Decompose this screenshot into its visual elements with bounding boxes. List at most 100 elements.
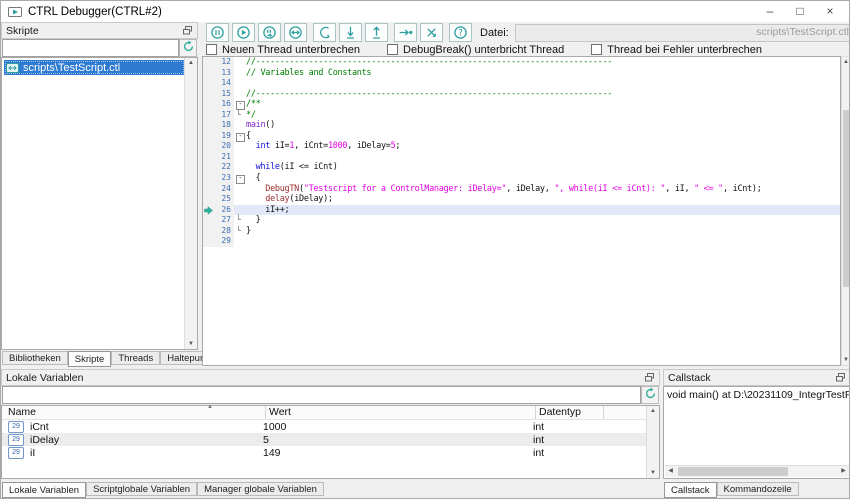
- callstack-panel-title: Callstack: [668, 372, 711, 384]
- tab-bibliotheken[interactable]: Bibliotheken: [2, 351, 68, 365]
- callstack-entry[interactable]: void main() at D:\20231109_IntegrTestPro…: [664, 387, 850, 401]
- locals-filter-input[interactable]: [2, 386, 641, 404]
- checkbox-debugbreak-unterbricht-thread[interactable]: DebugBreak() unterbricht Thread: [387, 44, 564, 56]
- tab-skripte[interactable]: Skripte: [68, 351, 112, 367]
- breakpoint-margin[interactable]: [203, 236, 214, 247]
- float-panel-icon[interactable]: [836, 373, 847, 384]
- locals-scrollbar[interactable]: ▲ ▼: [646, 406, 659, 478]
- breakpoint-margin[interactable]: [203, 226, 214, 237]
- breakpoint-margin[interactable]: [203, 215, 214, 226]
- float-panel-icon[interactable]: [183, 26, 194, 37]
- step-into-button[interactable]: [313, 23, 336, 42]
- code-line-15[interactable]: 15//------------------------------------…: [203, 89, 840, 100]
- checkbox-icon[interactable]: [591, 44, 602, 55]
- scroll-right-arrow[interactable]: ▶: [838, 466, 849, 477]
- close-button[interactable]: ×: [815, 1, 845, 22]
- breakpoint-margin[interactable]: [203, 131, 214, 142]
- code-line-27[interactable]: 27└ }: [203, 215, 840, 226]
- run-to-cursor-button[interactable]: [394, 23, 417, 42]
- breakpoint-margin[interactable]: [203, 194, 214, 205]
- scroll-down-arrow[interactable]: ▼: [842, 355, 850, 365]
- code-line-18[interactable]: 18main(): [203, 120, 840, 131]
- refresh-locals-button[interactable]: [641, 386, 659, 404]
- code-line-29[interactable]: 29: [203, 236, 840, 247]
- code-line-16[interactable]: 16-/**: [203, 99, 840, 110]
- breakpoint-margin[interactable]: [203, 173, 214, 184]
- callstack-hscrollbar[interactable]: ◀ ▶: [665, 465, 849, 477]
- step-out-button[interactable]: [365, 23, 388, 42]
- help-button[interactable]: ?: [449, 23, 472, 42]
- tab-kommandozeile[interactable]: Kommandozeile: [717, 482, 799, 496]
- scroll-up-arrow[interactable]: ▲: [647, 406, 659, 416]
- minimize-button[interactable]: –: [755, 1, 785, 22]
- breakpoint-margin[interactable]: [203, 205, 214, 216]
- code-line-21[interactable]: 21: [203, 152, 840, 163]
- scrollbar-thumb[interactable]: [843, 110, 849, 287]
- variable-name: iCnt: [30, 421, 49, 433]
- checkbox-icon[interactable]: [206, 44, 217, 55]
- code-line-26[interactable]: 26 iI++;: [203, 205, 840, 216]
- column-header-datentyp[interactable]: Datentyp: [539, 406, 581, 418]
- editor-scrollbar[interactable]: ▲ ▼: [841, 56, 850, 366]
- tree-scrollbar[interactable]: ▲ ▼: [184, 58, 197, 349]
- code-line-20[interactable]: 20 int iI=1, iCnt=1000, iDelay=5;: [203, 141, 840, 152]
- step-over-button[interactable]: [339, 23, 362, 42]
- breakpoint-margin[interactable]: [203, 78, 214, 89]
- code-line-24[interactable]: 24 DebugTN("Testscript for a ControlMana…: [203, 184, 840, 195]
- tab-threads[interactable]: Threads: [111, 351, 160, 365]
- checkbox-icon[interactable]: [387, 44, 398, 55]
- scripts-filter-input[interactable]: [2, 39, 179, 57]
- maximize-button[interactable]: □: [785, 1, 815, 22]
- scroll-down-arrow[interactable]: ▼: [647, 468, 659, 478]
- breakpoint-margin[interactable]: [203, 110, 214, 121]
- code-line-23[interactable]: 23- {: [203, 173, 840, 184]
- column-header-name[interactable]: Name: [8, 406, 36, 418]
- detach-continue-button[interactable]: [284, 23, 307, 42]
- fold-marker-icon[interactable]: -: [234, 173, 246, 184]
- code-line-22[interactable]: 22 while(iI <= iCnt): [203, 162, 840, 173]
- code-line-25[interactable]: 25 delay(iDelay);: [203, 194, 840, 205]
- fold-marker-icon[interactable]: -: [234, 131, 246, 142]
- scroll-up-arrow[interactable]: ▲: [185, 58, 197, 68]
- breakpoint-margin[interactable]: [203, 162, 214, 173]
- breakpoint-margin[interactable]: [203, 68, 214, 79]
- code-line-14[interactable]: 14: [203, 78, 840, 89]
- code-line-19[interactable]: 19-{: [203, 131, 840, 142]
- scrollbar-thumb[interactable]: [678, 467, 788, 476]
- breakpoint-margin[interactable]: [203, 120, 214, 131]
- code-line-17[interactable]: 17└*/: [203, 110, 840, 121]
- variable-row-ii[interactable]: 29iI149int: [2, 446, 659, 459]
- tab-manager-globale-variablen[interactable]: Manager globale Variablen: [197, 482, 324, 496]
- tree-item-scripts-testscript-ctl[interactable]: scripts\TestScript.ctl: [4, 60, 185, 75]
- code-line-13[interactable]: 13// Variables and Constants: [203, 68, 840, 79]
- float-panel-icon[interactable]: [645, 373, 656, 384]
- breakpoint-margin[interactable]: [203, 89, 214, 100]
- tab-lokale-variablen[interactable]: Lokale Variablen: [2, 482, 86, 498]
- pause-button[interactable]: [206, 23, 229, 42]
- breakpoint-margin[interactable]: [203, 184, 214, 195]
- breakpoint-margin[interactable]: [203, 141, 214, 152]
- breakpoint-margin[interactable]: [203, 99, 214, 110]
- fold-marker-icon[interactable]: -: [234, 99, 246, 110]
- tab-callstack[interactable]: Callstack: [664, 482, 717, 498]
- scroll-down-arrow[interactable]: ▼: [185, 339, 197, 349]
- code-line-12[interactable]: 12//------------------------------------…: [203, 57, 840, 68]
- checkbox-thread-bei-fehler-unterbrechen[interactable]: Thread bei Fehler unterbrechen: [591, 44, 762, 56]
- breakpoint-margin[interactable]: [203, 57, 214, 68]
- tab-scriptglobale-variablen[interactable]: Scriptglobale Variablen: [86, 482, 197, 496]
- scroll-left-arrow[interactable]: ◀: [665, 466, 676, 477]
- variable-row-idelay[interactable]: 29iDelay5int: [2, 433, 659, 446]
- code-line-28[interactable]: 28└}: [203, 226, 840, 237]
- code-editor[interactable]: 12//------------------------------------…: [202, 56, 841, 366]
- column-header-wert[interactable]: Wert: [269, 406, 291, 418]
- single-step-button[interactable]: [258, 23, 281, 42]
- delete-breakpoints-button[interactable]: [420, 23, 443, 42]
- scripts-panel-title: Skripte: [6, 25, 39, 37]
- code-text: {: [246, 173, 840, 184]
- scroll-up-arrow[interactable]: ▲: [842, 57, 850, 67]
- refresh-scripts-button[interactable]: [179, 39, 197, 57]
- checkbox-neuen-thread-unterbrechen[interactable]: Neuen Thread unterbrechen: [206, 44, 360, 56]
- variable-row-icnt[interactable]: 29iCnt1000int: [2, 420, 659, 433]
- breakpoint-margin[interactable]: [203, 152, 214, 163]
- run-button[interactable]: [232, 23, 255, 42]
